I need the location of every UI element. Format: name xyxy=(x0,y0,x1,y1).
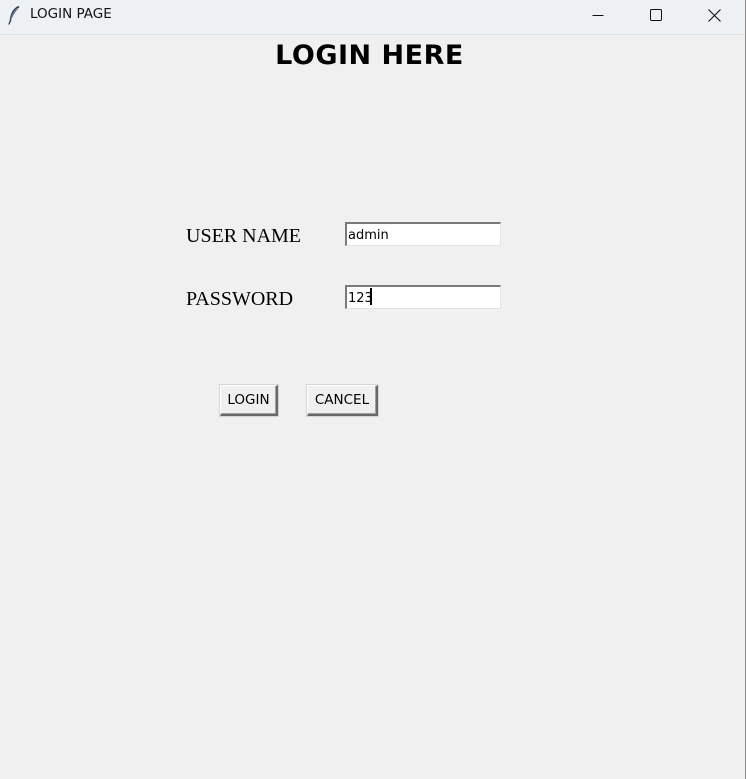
username-label: USER NAME xyxy=(186,225,302,247)
maximize-button[interactable] xyxy=(628,0,684,30)
password-input[interactable] xyxy=(345,285,501,309)
login-window: LOGIN PAGE LOGIN HERE USER NAME PASSWORD… xyxy=(0,0,746,779)
page-title: LOGIN HERE xyxy=(275,40,464,71)
text-cursor xyxy=(370,288,372,305)
minimize-icon xyxy=(592,9,604,21)
cancel-button[interactable]: CANCEL xyxy=(307,385,378,416)
feather-icon xyxy=(7,5,21,25)
password-label: PASSWORD xyxy=(186,288,294,310)
minimize-button[interactable] xyxy=(570,0,626,30)
maximize-icon xyxy=(650,9,662,21)
username-input[interactable] xyxy=(345,222,501,246)
close-icon xyxy=(707,8,721,22)
login-button[interactable]: LOGIN xyxy=(220,385,278,416)
title-bar[interactable]: LOGIN PAGE xyxy=(0,0,745,35)
window-title: LOGIN PAGE xyxy=(30,6,112,22)
close-button[interactable] xyxy=(686,0,742,30)
